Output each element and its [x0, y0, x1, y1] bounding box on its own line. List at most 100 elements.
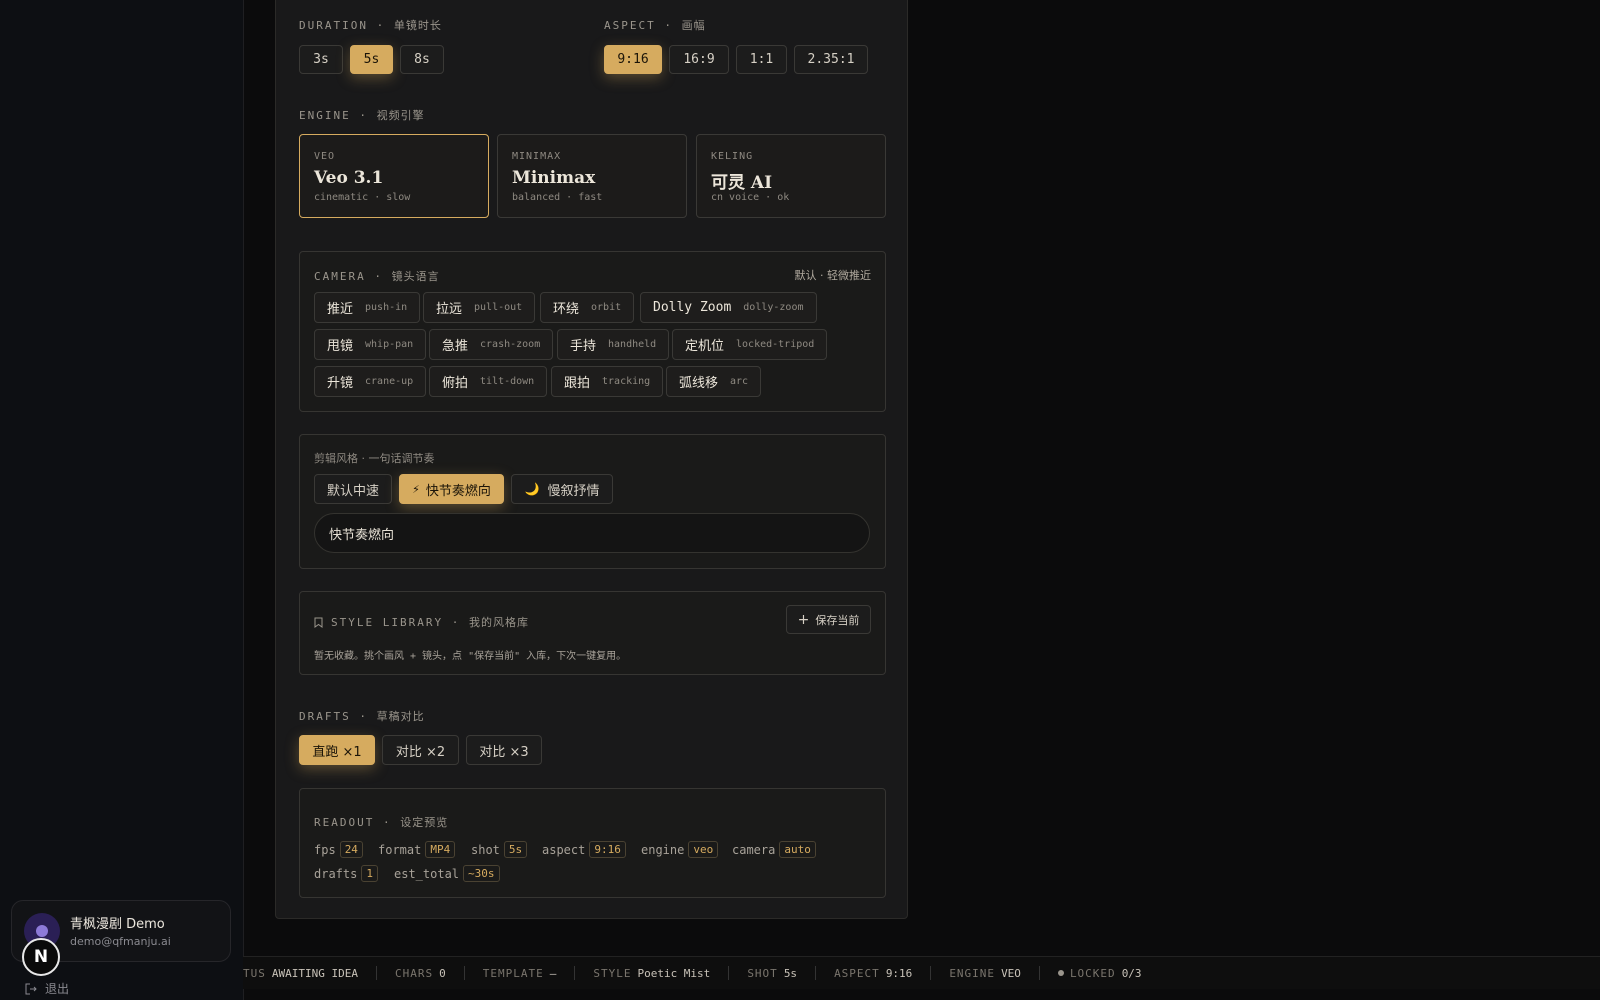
logout-button[interactable]: 退出 [25, 980, 69, 997]
status-bar: TUS AWAITING IDEA CHARS 0 TEMPLATE — STYLE P… [243, 956, 1600, 989]
camera-move-crane-up[interactable]: 升镜 crane-up [314, 366, 427, 397]
camera-move-push-in[interactable]: 推近 push-in [314, 292, 421, 323]
engine-name: Minimax [512, 168, 596, 188]
status-item-chars: CHARS 0 [377, 966, 465, 980]
readout-format: format MP4 [378, 841, 456, 858]
camera-move-zh: 俯拍 [442, 376, 469, 391]
edit-style-label: 剪辑风格 · 一句话调节奏 [314, 452, 435, 465]
user-name: 青枫漫剧 Demo [70, 917, 165, 932]
camera-move-en: locked-tripod [736, 339, 815, 350]
edit-style-section: 剪辑风格 · 一句话调节奏 默认中速 ⚡ 快节奏燃向 🌙 慢叙抒情 快节奏燃向 [299, 434, 886, 569]
aspect-option-2-35-1[interactable]: 2.35:1 [794, 45, 868, 74]
camera-move-en: orbit [591, 302, 622, 313]
camera-move-zh: Dolly Zoom [653, 300, 732, 315]
style-library-empty-text: 暂无收藏。挑个画风 + 镜头，点 "保存当前" 入库，下次一键复用。 [314, 651, 627, 662]
edit-style-option-label: 快节奏燃向 [425, 483, 491, 499]
status-item-locked: LOCKED 0/3 [1040, 966, 1160, 980]
camera-move-arc[interactable]: 弧线移 arc [666, 366, 762, 397]
drafts-option-3[interactable]: 对比 ×3 [466, 735, 542, 765]
save-current-label: 保存当前 [815, 613, 860, 627]
avatar-dot [36, 925, 48, 937]
aspect-label: ASPECT · 画幅 [604, 19, 706, 32]
edit-style-option-default[interactable]: 默认中速 [314, 474, 392, 504]
engine-code: MINIMAX [512, 151, 562, 162]
camera-move-en: arc [730, 376, 749, 387]
save-current-style-button[interactable]: + 保存当前 [786, 605, 871, 634]
camera-move-zh: 推近 [327, 302, 354, 317]
status-item-status: TUS AWAITING IDEA [243, 966, 377, 980]
engine-name: Veo 3.1 [314, 168, 384, 188]
readout-shot: shot 5s [471, 841, 528, 858]
camera-move-zh: 环绕 [553, 302, 580, 317]
duration-option-3s[interactable]: 3s [299, 45, 343, 74]
readout-drafts: drafts 1 [314, 865, 378, 882]
drafts-option-2[interactable]: 对比 ×2 [382, 735, 459, 765]
engine-name: 可灵 AI [711, 173, 773, 193]
engine-desc: balanced · fast [512, 192, 603, 203]
camera-move-zh: 甩镜 [327, 339, 354, 354]
camera-move-zh: 定机位 [685, 339, 725, 354]
logout-icon [25, 983, 37, 994]
camera-move-crash-zoom[interactable]: 急推 crash-zoom [429, 329, 554, 360]
moon-icon: 🌙 [524, 482, 540, 496]
camera-move-en: dolly-zoom [743, 302, 804, 313]
engine-desc: cinematic · slow [314, 192, 411, 203]
duration-option-8s[interactable]: 8s [400, 45, 444, 74]
status-item-template: TEMPLATE — [465, 966, 576, 980]
camera-move-tracking[interactable]: 跟拍 tracking [551, 366, 664, 397]
edit-style-option-label: 慢叙抒情 [547, 483, 600, 499]
engine-card-keling[interactable]: KELING 可灵 AI cn voice · ok [696, 134, 886, 218]
readout-est-total: est_total ~30s [394, 865, 500, 882]
engine-code: VEO [314, 151, 336, 162]
camera-section: CAMERA · 镜头语言 默认 · 轻微推近 推近 push-in 拉远 pull… [299, 251, 886, 412]
camera-move-en: tracking [602, 376, 651, 387]
aspect-option-16-9[interactable]: 16:9 [669, 45, 729, 74]
readout-label: READOUT · 设定预览 [314, 816, 449, 829]
camera-move-tilt-down[interactable]: 俯拍 tilt-down [429, 366, 548, 397]
engine-card-veo[interactable]: VEO Veo 3.1 cinematic · slow [299, 134, 489, 218]
camera-move-zh: 拉远 [436, 302, 463, 317]
style-library-label: STYLE LIBRARY · 我的风格库 [314, 614, 529, 630]
camera-move-whip-pan[interactable]: 甩镜 whip-pan [314, 329, 427, 360]
camera-move-zh: 跟拍 [564, 376, 591, 391]
edit-style-option-fast[interactable]: ⚡ 快节奏燃向 [399, 474, 504, 504]
camera-move-locked-tripod[interactable]: 定机位 locked-tripod [672, 329, 828, 360]
lightning-icon: ⚡ [412, 482, 420, 496]
camera-move-en: push-in [365, 302, 408, 313]
settings-panel: DURATION · 单镜时长 3s 5s 8s ASPECT · 画幅 9:1… [275, 0, 908, 919]
camera-move-orbit[interactable]: 环绕 orbit [540, 292, 635, 323]
camera-move-zh: 急推 [442, 339, 469, 354]
user-email: demo@qfmanju.ai [70, 935, 171, 948]
camera-default-hint: 默认 · 轻微推近 [794, 269, 872, 282]
camera-move-pull-out[interactable]: 拉远 pull-out [423, 292, 536, 323]
status-item-style: STYLE Poetic Mist [575, 966, 730, 980]
camera-move-en: tilt-down [480, 376, 535, 387]
engine-label: ENGINE · 视频引擎 [299, 109, 425, 122]
camera-label: CAMERA · 镜头语言 [314, 270, 440, 283]
engine-desc: cn voice · ok [711, 192, 790, 203]
bookmark-icon [314, 617, 323, 628]
engine-card-minimax[interactable]: MINIMAX Minimax balanced · fast [497, 134, 687, 218]
camera-move-en: whip-pan [365, 339, 414, 350]
camera-move-en: handheld [608, 339, 657, 350]
readout-camera: camera auto [732, 841, 816, 858]
aspect-option-9-16[interactable]: 9:16 [604, 45, 662, 74]
edit-style-option-slow[interactable]: 🌙 慢叙抒情 [511, 474, 613, 504]
camera-move-zh: 弧线移 [679, 376, 719, 391]
readout-fps: fps 24 [314, 841, 363, 858]
drafts-label: DRAFTS · 草稿对比 [299, 710, 425, 723]
sidebar: 青枫漫剧 Demo demo@qfmanju.ai N 退出 [0, 0, 244, 1000]
camera-move-en: crash-zoom [480, 339, 541, 350]
status-item-shot: SHOT 5s [729, 966, 817, 980]
edit-style-input[interactable]: 快节奏燃向 [314, 513, 870, 553]
n-logo-badge[interactable]: N [22, 938, 60, 976]
camera-move-handheld[interactable]: 手持 handheld [557, 329, 670, 360]
aspect-option-1-1[interactable]: 1:1 [736, 45, 787, 74]
status-item-aspect: ASPECT 9:16 [816, 966, 932, 980]
plus-icon: + [797, 611, 810, 628]
status-dot-icon [1057, 970, 1064, 976]
drafts-option-1[interactable]: 直跑 ×1 [299, 735, 375, 765]
duration-option-5s[interactable]: 5s [350, 45, 393, 74]
camera-move-dolly-zoom[interactable]: Dolly Zoom dolly-zoom [640, 292, 817, 323]
style-library-section: STYLE LIBRARY · 我的风格库 + 保存当前 暂无收藏。挑个画风 +… [299, 591, 886, 675]
